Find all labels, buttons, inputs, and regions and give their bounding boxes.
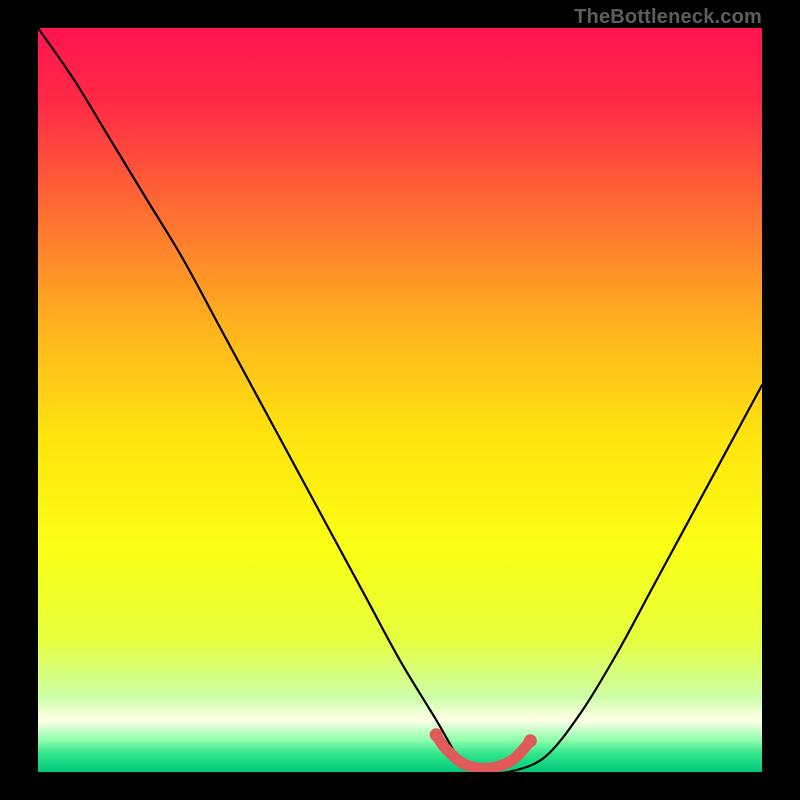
optimal-zone-highlight	[436, 735, 530, 769]
watermark-text: TheBottleneck.com	[574, 6, 762, 29]
bottleneck-curve	[38, 28, 762, 772]
plot-area	[38, 28, 762, 772]
curve-layer	[38, 28, 762, 772]
chart-container: TheBottleneck.com	[0, 0, 800, 800]
